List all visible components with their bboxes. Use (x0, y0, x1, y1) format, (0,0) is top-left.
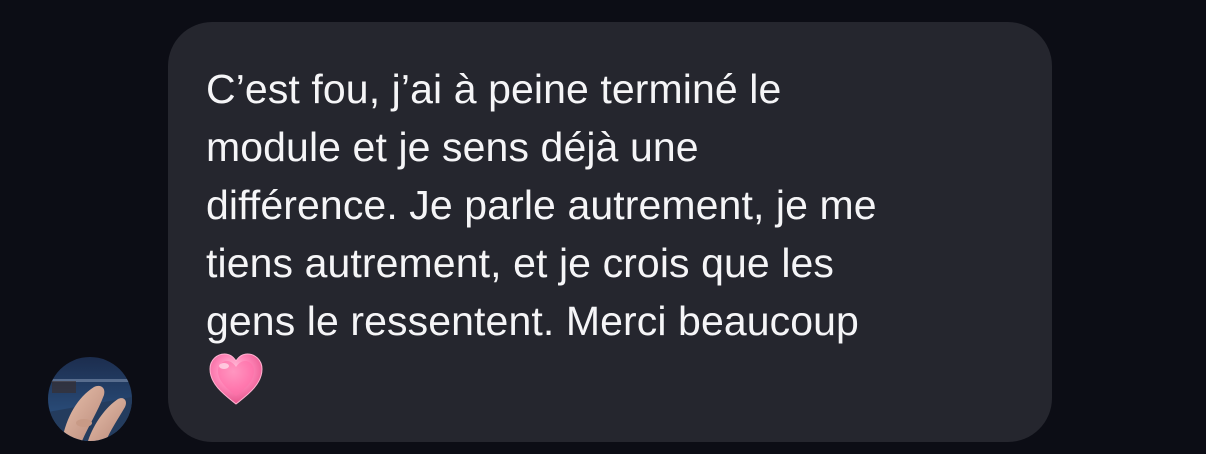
growing-heart-emoji-icon (209, 353, 263, 405)
avatar[interactable] (48, 357, 132, 441)
message-bubble[interactable]: C’est fou, j’ai à peine terminé le modul… (168, 22, 1052, 442)
message-text: C’est fou, j’ai à peine terminé le modul… (206, 66, 877, 344)
avatar-photo (48, 357, 132, 441)
